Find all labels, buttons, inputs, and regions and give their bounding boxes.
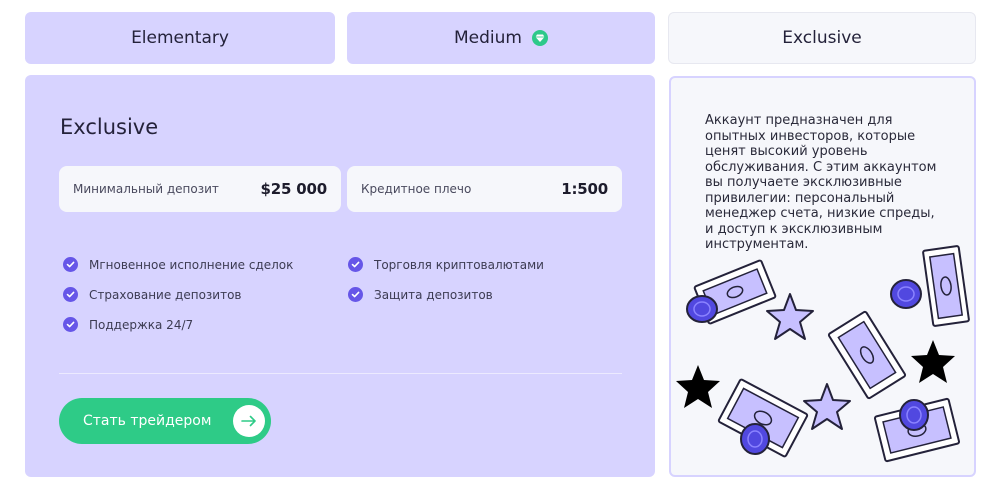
become-trader-label: Стать трейдером (83, 413, 212, 429)
min-deposit-box: Минимальный депозит $25 000 (59, 166, 341, 212)
feature-item: Поддержка 24/7 (63, 317, 193, 332)
star-icon (911, 340, 955, 383)
banknote-icon (827, 310, 907, 400)
tab-exclusive-label: Exclusive (782, 28, 862, 48)
leverage-box: Кредитное плечо 1:500 (347, 166, 622, 212)
plan-title: Exclusive (60, 115, 159, 139)
check-circle-icon (63, 257, 78, 272)
plan-panel: Exclusive Минимальный депозит $25 000 Кр… (25, 75, 655, 477)
min-deposit-label: Минимальный депозит (73, 182, 219, 196)
check-circle-icon (348, 287, 363, 302)
check-circle-icon (348, 257, 363, 272)
account-description: Аккаунт предназначен для опытных инвесто… (705, 113, 937, 252)
arrow-right-icon (233, 405, 265, 437)
feature-label: Страхование депозитов (89, 287, 242, 302)
tab-medium-label: Medium (454, 28, 522, 48)
star-icon (676, 365, 720, 408)
become-trader-button[interactable]: Стать трейдером (59, 398, 271, 444)
star-icon (766, 293, 814, 340)
divider (59, 373, 622, 374)
feature-item: Мгновенное исполнение сделок (63, 257, 293, 272)
leverage-label: Кредитное плечо (361, 182, 472, 196)
feature-label: Торговля криптовалютами (374, 257, 544, 272)
gem-icon (531, 30, 548, 46)
tab-exclusive[interactable]: Exclusive (668, 12, 976, 64)
coin-icon (686, 295, 718, 323)
feature-item: Страхование депозитов (63, 287, 242, 302)
feature-label: Защита депозитов (374, 287, 493, 302)
coin-icon (899, 399, 929, 431)
coin-icon (890, 279, 922, 309)
tab-medium[interactable]: Medium (347, 12, 655, 64)
banknote-icon (922, 245, 970, 327)
check-circle-icon (63, 317, 78, 332)
leverage-value: 1:500 (561, 180, 608, 198)
tab-elementary[interactable]: Elementary (25, 12, 335, 64)
min-deposit-value: $25 000 (260, 180, 328, 198)
feature-label: Поддержка 24/7 (89, 317, 194, 332)
feature-label: Мгновенное исполнение сделок (89, 257, 294, 272)
description-card: Аккаунт предназначен для опытных инвесто… (669, 76, 976, 477)
coin-icon (740, 423, 770, 455)
tab-elementary-label: Elementary (131, 28, 229, 48)
check-circle-icon (63, 287, 78, 302)
feature-item: Торговля криптовалютами (348, 257, 544, 272)
star-icon (803, 383, 851, 430)
feature-item: Защита депозитов (348, 287, 493, 302)
